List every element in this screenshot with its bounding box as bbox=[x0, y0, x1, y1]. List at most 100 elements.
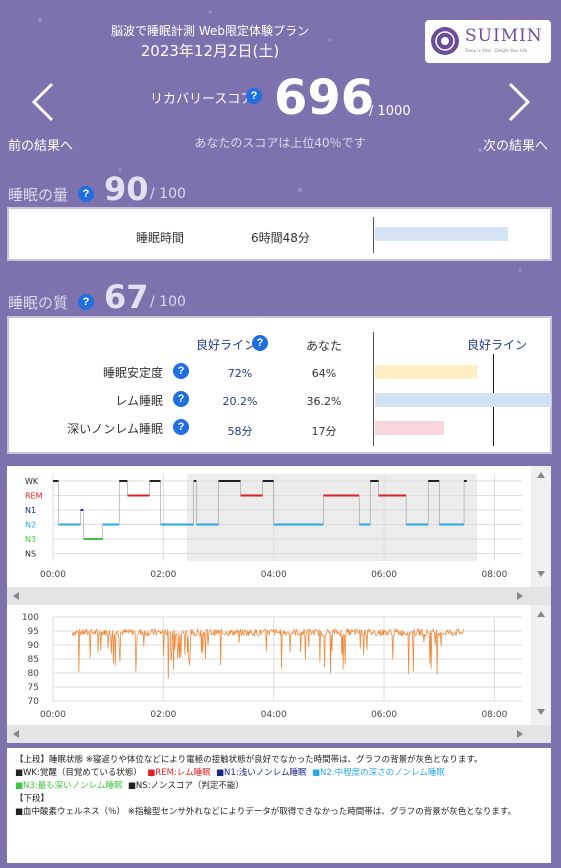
legend-n3: ■N3:最も深いノンレム睡眠 bbox=[15, 781, 123, 791]
logo-subtext: Sleep is Vital · Delight Your Life bbox=[465, 48, 528, 53]
scroll-up-icon[interactable] bbox=[537, 611, 545, 617]
sleep-time-value: 6時間48分 bbox=[251, 231, 310, 245]
hypnogram-vertical-scrollbar[interactable] bbox=[531, 466, 551, 587]
spo2-tick-label: 90 bbox=[28, 641, 40, 651]
quantity-panel: 睡眠時間 6時間48分 bbox=[7, 207, 552, 261]
scroll-right-icon[interactable] bbox=[517, 592, 523, 600]
poor-contact-background bbox=[187, 474, 477, 561]
legend-n1: ■N1:浅いノンレム睡眠 bbox=[216, 768, 307, 778]
time-tick-label: 00:00 bbox=[40, 570, 66, 580]
spo2-tick-label: 75 bbox=[28, 683, 39, 693]
legend-n2: ■N2:中程度の深さのノンレム睡眠 bbox=[311, 768, 445, 778]
spo2-chart: 100 95 90 85 80 75 70 00:00 02:00 04:00 06:00 08:0… bbox=[7, 605, 551, 725]
legend-upper-line: 【上段】睡眠状態 ※寝返りや体位などにより電極の接触状態が良好でなかった時間帯は… bbox=[15, 755, 483, 765]
legend-spo2-line: ■血中酸素ウェルネス（％） ※指輪型センサ外れなどによりデータが取得できなかった… bbox=[15, 807, 517, 817]
quality-panel: 良好ライン ? あなた 良好ライン 睡眠安定度 ? 72% 64% レム睡眠 ?… bbox=[7, 316, 552, 454]
stage-label: N2 bbox=[25, 521, 36, 530]
divider bbox=[373, 217, 374, 253]
spo2-tick-label: 100 bbox=[22, 613, 39, 623]
stage-label: REM bbox=[25, 492, 43, 501]
spo2-trace bbox=[71, 627, 464, 679]
legend-stages-row2: ■N3:最も深いノンレム睡眠 ■NS:ノンスコア（判定不能） bbox=[15, 780, 543, 793]
next-arrow-icon[interactable] bbox=[506, 82, 532, 122]
recovery-score-max: / 1000 bbox=[369, 104, 411, 119]
rank-text: あなたのスコアは上位40％です bbox=[194, 136, 366, 150]
scroll-down-icon[interactable] bbox=[537, 709, 545, 715]
legend-stages-row1: ■WK:覚醒（目覚めている状態） ■REM:レム睡眠 ■N1:浅いノンレム睡眠 … bbox=[15, 767, 543, 780]
spo2-tick-label: 85 bbox=[28, 655, 39, 665]
recovery-score-value: 696 bbox=[274, 70, 375, 126]
quality-max: / 100 bbox=[150, 294, 186, 310]
scroll-down-icon[interactable] bbox=[537, 571, 545, 577]
logo-text: SUIMIN bbox=[465, 26, 543, 46]
recovery-score-label: リカバリースコア bbox=[150, 92, 254, 107]
logo-emblem-icon bbox=[431, 27, 459, 55]
row-you-value: 17分 bbox=[311, 425, 337, 438]
row-help-icon[interactable]: ? bbox=[173, 391, 189, 407]
stage-label: N3 bbox=[25, 535, 36, 544]
legend-lower-title: 【下段】 bbox=[15, 794, 50, 804]
sleep-time-bar bbox=[375, 227, 509, 241]
legend-panel: 【上段】睡眠状態 ※寝返りや体位などにより電極の接触状態が良好でなかった時間帯は… bbox=[7, 748, 551, 863]
quality-help-icon[interactable]: ? bbox=[78, 294, 94, 310]
scroll-up-icon[interactable] bbox=[537, 472, 545, 478]
row-bar bbox=[375, 393, 551, 407]
row-label: レム睡眠 bbox=[115, 394, 163, 408]
stage-label: NS bbox=[25, 550, 36, 559]
suimin-logo: SUIMIN Sleep is Vital · Delight Your Lif… bbox=[425, 20, 551, 63]
time-tick-label: 04:00 bbox=[261, 570, 287, 580]
recovery-help-icon[interactable]: ? bbox=[246, 88, 262, 104]
spo2-horizontal-scrollbar[interactable] bbox=[7, 725, 551, 743]
spo2-svg: 100 95 90 85 80 75 70 00:00 02:00 04:00 06:00 08:0… bbox=[22, 613, 522, 720]
spo2-tick-label: 70 bbox=[28, 697, 40, 707]
legend-ns: ■NS:ノンスコア（判定不能） bbox=[127, 781, 244, 791]
prev-result-link[interactable]: 前の結果へ bbox=[8, 135, 73, 154]
time-tick-label: 08:00 bbox=[481, 710, 507, 720]
row-label: 深いノンレム睡眠 bbox=[67, 422, 163, 436]
plan-title: 脳波で睡眠計測 Web限定体験プラン bbox=[111, 24, 309, 38]
hypnogram-svg: WK REM N1 N2 N3 NS 00:00 02:00 04:00 06:00 08:00 bbox=[25, 474, 522, 580]
quantity-score: 90 bbox=[104, 170, 149, 208]
stage-label: N1 bbox=[25, 506, 36, 515]
quality-score: 67 bbox=[104, 278, 149, 316]
scroll-right-icon[interactable] bbox=[517, 730, 523, 738]
spo2-grid bbox=[52, 616, 522, 702]
spo2-tick-label: 95 bbox=[28, 627, 39, 637]
time-tick-label: 02:00 bbox=[150, 710, 176, 720]
spo2-tick-label: 80 bbox=[28, 669, 40, 679]
time-tick-label: 02:00 bbox=[150, 570, 176, 580]
row-you-value: 36.2% bbox=[306, 395, 342, 408]
quality-title: 睡眠の質 bbox=[8, 294, 69, 312]
time-tick-label: 04:00 bbox=[261, 710, 287, 720]
good-line-help-icon[interactable]: ? bbox=[252, 335, 268, 351]
time-tick-label: 06:00 bbox=[371, 570, 397, 580]
divider bbox=[373, 332, 374, 446]
quantity-help-icon[interactable]: ? bbox=[78, 186, 94, 202]
spo2-vertical-scrollbar[interactable] bbox=[531, 605, 551, 725]
sleep-time-label: 睡眠時間 bbox=[136, 231, 185, 245]
time-tick-label: 00:00 bbox=[40, 710, 66, 720]
quantity-max: / 100 bbox=[150, 186, 186, 202]
legend-rem: ■REM:レム睡眠 bbox=[147, 768, 211, 778]
scroll-left-icon[interactable] bbox=[13, 730, 19, 738]
you-header: あなた bbox=[306, 339, 343, 353]
row-good-value: 58分 bbox=[227, 425, 253, 438]
date-label: 2023年12月2日(土) bbox=[140, 42, 280, 60]
time-tick-label: 06:00 bbox=[371, 710, 397, 720]
time-tick-label: 08:00 bbox=[481, 570, 507, 580]
legend-wk: ■WK:覚醒（目覚めている状態） bbox=[15, 768, 142, 778]
prev-arrow-icon[interactable] bbox=[30, 82, 56, 122]
row-help-icon[interactable]: ? bbox=[173, 363, 189, 379]
quantity-title: 睡眠の量 bbox=[8, 186, 69, 204]
row-label: 睡眠安定度 bbox=[102, 366, 163, 380]
row-good-value: 72% bbox=[227, 367, 253, 380]
next-result-link[interactable]: 次の結果へ bbox=[483, 135, 548, 154]
scroll-left-icon[interactable] bbox=[13, 592, 19, 600]
hypnogram-horizontal-scrollbar[interactable] bbox=[7, 587, 551, 605]
stage-label: WK bbox=[25, 477, 39, 486]
row-help-icon[interactable]: ? bbox=[173, 419, 189, 435]
row-good-value: 20.2% bbox=[222, 395, 258, 408]
good-line-header: 良好ライン bbox=[196, 338, 257, 352]
hypnogram-chart: WK REM N1 N2 N3 NS 00:00 02:00 04:00 06:00 08:00 bbox=[7, 466, 551, 587]
chart-good-line-label: 良好ライン bbox=[467, 338, 528, 352]
